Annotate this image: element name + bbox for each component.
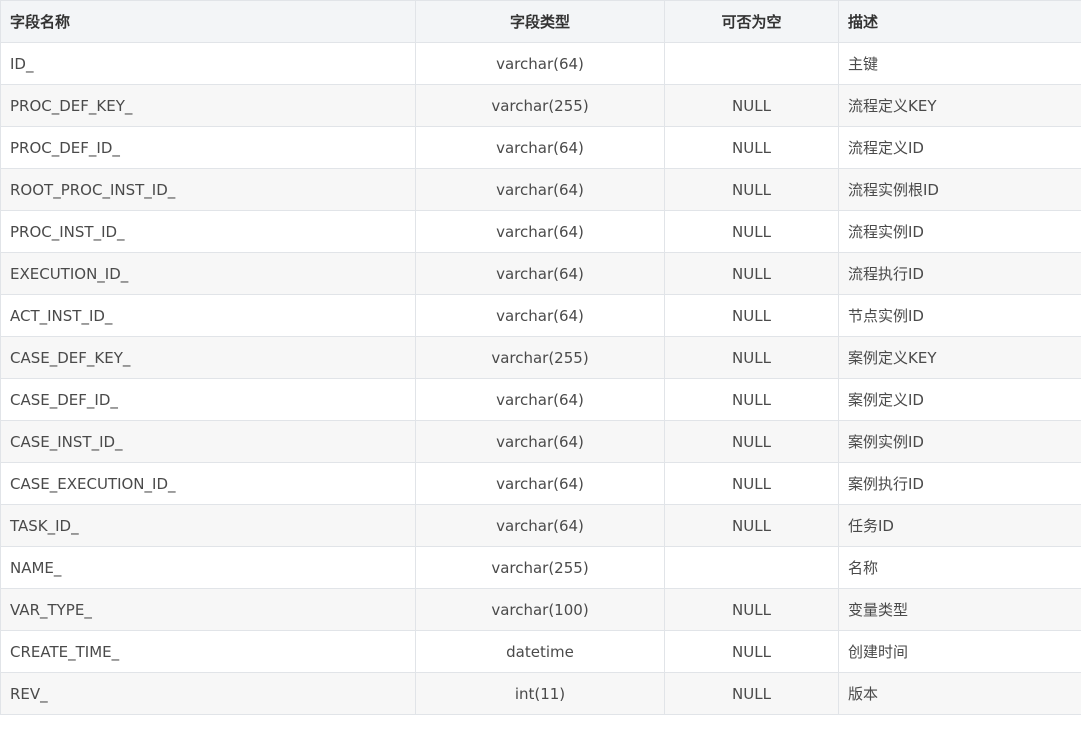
cell-field-name: CASE_DEF_ID_: [0, 378, 416, 421]
cell-description: 主键: [838, 42, 1081, 85]
cell-field-name: CREATE_TIME_: [0, 630, 416, 673]
cell-field-type: varchar(64): [415, 210, 665, 253]
table-row: CASE_DEF_KEY_ varchar(255) NULL 案例定义KEY: [0, 336, 1081, 379]
table-header: 字段名称 字段类型 可否为空 描述: [0, 0, 1081, 43]
cell-field-name: VAR_TYPE_: [0, 588, 416, 631]
cell-nullable: NULL: [664, 126, 839, 169]
cell-description: 流程定义ID: [838, 126, 1081, 169]
cell-nullable: NULL: [664, 420, 839, 463]
cell-description: 流程实例根ID: [838, 168, 1081, 211]
cell-field-name: EXECUTION_ID_: [0, 252, 416, 295]
cell-field-type: varchar(64): [415, 126, 665, 169]
cell-field-name: ID_: [0, 42, 416, 85]
cell-field-name: REV_: [0, 672, 416, 715]
table-row: CREATE_TIME_ datetime NULL 创建时间: [0, 630, 1081, 673]
cell-nullable: NULL: [664, 588, 839, 631]
header-field-name: 字段名称: [0, 0, 416, 43]
cell-nullable: NULL: [664, 630, 839, 673]
cell-field-type: varchar(100): [415, 588, 665, 631]
table-row: ACT_INST_ID_ varchar(64) NULL 节点实例ID: [0, 294, 1081, 337]
cell-nullable: NULL: [664, 336, 839, 379]
cell-description: 任务ID: [838, 504, 1081, 547]
cell-description: 变量类型: [838, 588, 1081, 631]
cell-field-name: TASK_ID_: [0, 504, 416, 547]
header-field-type: 字段类型: [415, 0, 665, 43]
header-description: 描述: [838, 0, 1081, 43]
cell-field-type: varchar(64): [415, 168, 665, 211]
table-row: NAME_ varchar(255) 名称: [0, 546, 1081, 589]
table-row: CASE_EXECUTION_ID_ varchar(64) NULL 案例执行ID: [0, 462, 1081, 505]
table-row: PROC_DEF_KEY_ varchar(255) NULL 流程定义KEY: [0, 84, 1081, 127]
cell-field-name: CASE_DEF_KEY_: [0, 336, 416, 379]
cell-field-type: varchar(255): [415, 546, 665, 589]
cell-nullable: NULL: [664, 294, 839, 337]
cell-nullable: NULL: [664, 210, 839, 253]
cell-field-name: ROOT_PROC_INST_ID_: [0, 168, 416, 211]
cell-field-type: varchar(255): [415, 84, 665, 127]
cell-nullable: NULL: [664, 462, 839, 505]
cell-description: 节点实例ID: [838, 294, 1081, 337]
table-body: ID_ varchar(64) 主键 PROC_DEF_KEY_ varchar(255…: [0, 42, 1081, 715]
cell-nullable: NULL: [664, 168, 839, 211]
cell-description: 案例实例ID: [838, 420, 1081, 463]
cell-description: 创建时间: [838, 630, 1081, 673]
cell-field-type: varchar(64): [415, 420, 665, 463]
table-row: CASE_DEF_ID_ varchar(64) NULL 案例定义ID: [0, 378, 1081, 421]
header-row: 字段名称 字段类型 可否为空 描述: [0, 0, 1081, 43]
cell-field-type: varchar(64): [415, 252, 665, 295]
cell-field-type: varchar(255): [415, 336, 665, 379]
header-nullable: 可否为空: [664, 0, 839, 43]
cell-field-type: varchar(64): [415, 294, 665, 337]
cell-description: 案例定义KEY: [838, 336, 1081, 379]
cell-field-type: varchar(64): [415, 42, 665, 85]
table-row: VAR_TYPE_ varchar(100) NULL 变量类型: [0, 588, 1081, 631]
cell-field-name: ACT_INST_ID_: [0, 294, 416, 337]
cell-field-type: datetime: [415, 630, 665, 673]
cell-field-type: varchar(64): [415, 462, 665, 505]
cell-field-type: varchar(64): [415, 504, 665, 547]
cell-description: 流程实例ID: [838, 210, 1081, 253]
table-row: ROOT_PROC_INST_ID_ varchar(64) NULL 流程实例根ID: [0, 168, 1081, 211]
cell-field-name: CASE_EXECUTION_ID_: [0, 462, 416, 505]
cell-field-name: PROC_DEF_ID_: [0, 126, 416, 169]
cell-nullable: NULL: [664, 252, 839, 295]
cell-description: 名称: [838, 546, 1081, 589]
table-row: PROC_DEF_ID_ varchar(64) NULL 流程定义ID: [0, 126, 1081, 169]
cell-nullable: NULL: [664, 504, 839, 547]
cell-nullable: [664, 546, 839, 589]
cell-nullable: NULL: [664, 378, 839, 421]
table-row: ID_ varchar(64) 主键: [0, 42, 1081, 85]
field-schema-table: 字段名称 字段类型 可否为空 描述 ID_ varchar(64) 主键 PROC_D…: [0, 0, 1081, 715]
cell-description: 案例执行ID: [838, 462, 1081, 505]
cell-field-name: PROC_INST_ID_: [0, 210, 416, 253]
table-row: TASK_ID_ varchar(64) NULL 任务ID: [0, 504, 1081, 547]
cell-nullable: NULL: [664, 84, 839, 127]
cell-description: 案例定义ID: [838, 378, 1081, 421]
cell-description: 流程执行ID: [838, 252, 1081, 295]
table-row: REV_ int(11) NULL 版本: [0, 672, 1081, 715]
cell-field-type: int(11): [415, 672, 665, 715]
cell-field-name: NAME_: [0, 546, 416, 589]
cell-nullable: [664, 42, 839, 85]
table-row: PROC_INST_ID_ varchar(64) NULL 流程实例ID: [0, 210, 1081, 253]
cell-field-type: varchar(64): [415, 378, 665, 421]
cell-description: 版本: [838, 672, 1081, 715]
cell-field-name: PROC_DEF_KEY_: [0, 84, 416, 127]
table-row: EXECUTION_ID_ varchar(64) NULL 流程执行ID: [0, 252, 1081, 295]
cell-nullable: NULL: [664, 672, 839, 715]
table-row: CASE_INST_ID_ varchar(64) NULL 案例实例ID: [0, 420, 1081, 463]
cell-description: 流程定义KEY: [838, 84, 1081, 127]
cell-field-name: CASE_INST_ID_: [0, 420, 416, 463]
